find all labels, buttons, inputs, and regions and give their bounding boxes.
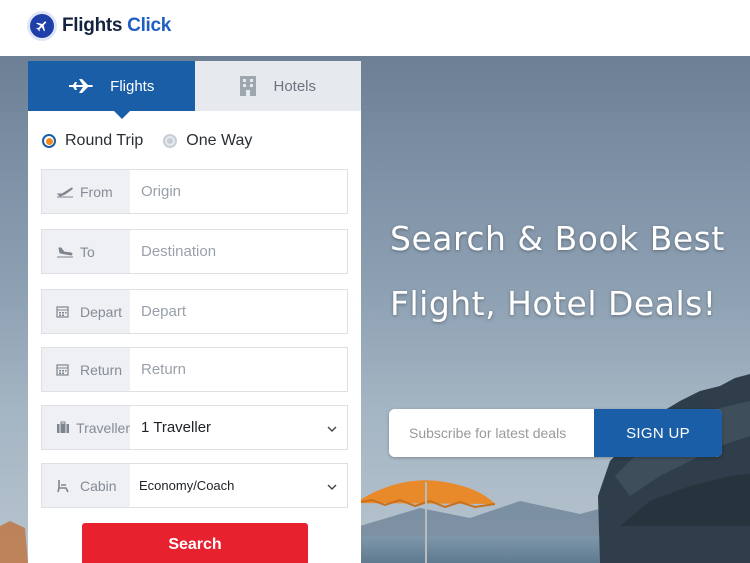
return-label-cell: Return bbox=[42, 348, 130, 391]
tab-hotels-label: Hotels bbox=[273, 77, 317, 95]
site-header: Flights Click bbox=[0, 0, 750, 56]
search-panel: Flights Hotels Round Trip One Way From O… bbox=[28, 61, 361, 563]
traveller-select[interactable]: 1 Traveller bbox=[130, 406, 347, 449]
round-trip-label: Round Trip bbox=[65, 132, 144, 149]
destination-input[interactable]: Destination bbox=[130, 230, 347, 273]
to-field[interactable]: To Destination bbox=[41, 229, 348, 274]
one-way-option[interactable]: One Way bbox=[163, 132, 252, 150]
cabin-label-cell: Cabin bbox=[42, 464, 130, 507]
cabin-value: Economy/Coach bbox=[139, 478, 235, 493]
round-trip-option[interactable]: Round Trip bbox=[42, 132, 143, 150]
cabin-label: Cabin bbox=[80, 477, 117, 494]
from-label: From bbox=[80, 183, 113, 200]
landing-icon bbox=[56, 246, 74, 258]
traveller-field[interactable]: Traveller 1 Traveller bbox=[41, 405, 348, 450]
search-button[interactable]: Search bbox=[82, 523, 308, 563]
calendar-icon bbox=[56, 363, 74, 376]
brand-name-part1: Flights bbox=[62, 15, 123, 36]
depart-date-input[interactable]: Depart bbox=[130, 290, 347, 333]
tab-flights[interactable]: Flights bbox=[28, 61, 195, 119]
traveller-label: Traveller bbox=[76, 419, 130, 436]
hero-headline-line1: Search & Book Best bbox=[390, 219, 725, 258]
depart-label-cell: Depart bbox=[42, 290, 130, 333]
hero-headline-line2: Flight, Hotel Deals! bbox=[390, 284, 717, 323]
to-label: To bbox=[80, 243, 95, 260]
subscribe-form: SIGN UP bbox=[389, 409, 722, 457]
to-label-cell: To bbox=[42, 230, 130, 273]
brand-name: Flights Click bbox=[62, 15, 171, 37]
brand-name-part2: Click bbox=[127, 15, 172, 36]
traveller-value: 1 Traveller bbox=[141, 419, 212, 436]
depart-field[interactable]: Depart Depart bbox=[41, 289, 348, 334]
from-label-cell: From bbox=[42, 170, 130, 213]
from-field[interactable]: From Origin bbox=[41, 169, 348, 214]
trip-type-selector: Round Trip One Way bbox=[42, 132, 272, 150]
origin-input[interactable]: Origin bbox=[130, 170, 347, 213]
subscribe-email-input[interactable] bbox=[389, 409, 594, 457]
hero-headline: Search & Book Best Flight, Hotel Deals! bbox=[390, 206, 740, 336]
takeoff-icon bbox=[56, 186, 74, 198]
calendar-icon bbox=[56, 305, 74, 318]
sign-up-button[interactable]: SIGN UP bbox=[594, 409, 722, 457]
cabin-select[interactable]: Economy/Coach bbox=[130, 464, 347, 507]
chevron-down-icon bbox=[327, 419, 337, 436]
chevron-down-icon bbox=[327, 478, 337, 493]
booking-tabs: Flights Hotels bbox=[28, 61, 361, 119]
brand-logo[interactable]: Flights Click bbox=[30, 14, 171, 38]
return-date-input[interactable]: Return bbox=[130, 348, 347, 391]
cabin-field[interactable]: Cabin Economy/Coach bbox=[41, 463, 348, 508]
tab-flights-label: Flights bbox=[110, 77, 155, 95]
traveller-label-cell: Traveller bbox=[42, 406, 130, 449]
return-field[interactable]: Return Return bbox=[41, 347, 348, 392]
one-way-radio[interactable] bbox=[163, 134, 178, 148]
airplane-icon bbox=[68, 78, 94, 94]
depart-label: Depart bbox=[80, 303, 123, 320]
luggage-icon bbox=[56, 421, 70, 434]
one-way-label: One Way bbox=[186, 132, 253, 149]
return-label: Return bbox=[80, 361, 123, 378]
logo-plane-icon bbox=[30, 14, 54, 38]
building-icon bbox=[239, 75, 257, 97]
round-trip-radio[interactable] bbox=[42, 134, 56, 148]
seat-icon bbox=[56, 479, 74, 493]
tab-hotels[interactable]: Hotels bbox=[194, 61, 361, 111]
